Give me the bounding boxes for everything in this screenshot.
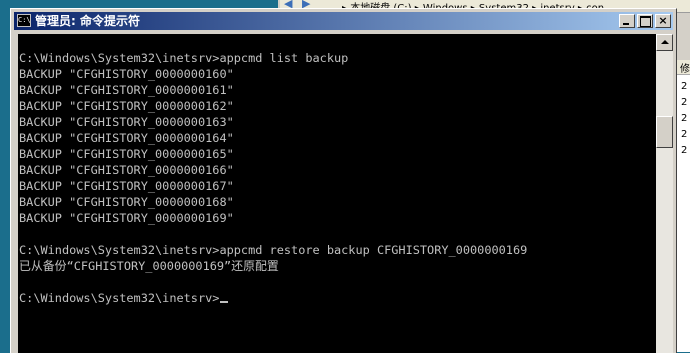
background-row[interactable]: 2 [677,127,690,143]
background-row[interactable]: 2 [677,95,690,111]
prompt-line[interactable]: C:\Windows\System32\inetsrv> [19,290,229,306]
console-line: C:\Windows\System32\inetsrv>appcmd resto… [19,243,528,257]
title-bar[interactable]: C:\ 管理员: 命令提示符 × [14,12,673,30]
window-title: 管理员: 命令提示符 [35,14,140,28]
console-line: BACKUP "CFGHISTORY_0000000163" [19,115,234,129]
close-button[interactable]: × [655,14,671,28]
minimize-button[interactable] [619,14,635,28]
maximize-icon [640,16,651,27]
console-line: C:\Windows\System32\inetsrv>appcmd list … [19,51,349,65]
console-line: 已从备份“CFGHISTORY_0000000169”还原配置 [19,259,279,273]
scroll-thumb[interactable] [656,116,673,148]
background-row[interactable]: 2 [677,111,690,127]
console-line: BACKUP "CFGHISTORY_0000000165" [19,147,234,161]
cmd-app-icon[interactable]: C:\ [17,14,31,27]
background-file-list: 修 2 2 2 2 2 [676,60,690,352]
console-line: BACKUP "CFGHISTORY_0000000161" [19,83,234,97]
minimize-icon [623,23,629,25]
background-column-header[interactable]: 修 [677,60,690,75]
console-output[interactable]: C:\Windows\System32\inetsrv>appcmd list … [18,34,656,353]
background-row[interactable]: 2 [677,143,690,159]
close-icon: × [658,14,668,27]
console-line: BACKUP "CFGHISTORY_0000000160" [19,67,234,81]
console-line: BACKUP "CFGHISTORY_0000000164" [19,131,234,145]
background-row[interactable]: 2 [677,79,690,95]
console-line: BACKUP "CFGHISTORY_0000000169" [19,211,234,225]
console-line: BACKUP "CFGHISTORY_0000000167" [19,179,234,193]
arrow-up-icon [661,40,669,44]
console-line: BACKUP "CFGHISTORY_0000000162" [19,99,234,113]
maximize-button[interactable] [637,14,653,28]
scroll-up-button[interactable] [656,34,673,51]
text-cursor [220,301,229,303]
command-prompt-window: C:\ 管理员: 命令提示符 × C:\Windows\System32\ine… [10,8,677,353]
vertical-scrollbar[interactable] [656,34,673,353]
console-line: BACKUP "CFGHISTORY_0000000168" [19,195,234,209]
console-line: BACKUP "CFGHISTORY_0000000166" [19,163,234,177]
prompt-text: C:\Windows\System32\inetsrv> [19,291,220,305]
